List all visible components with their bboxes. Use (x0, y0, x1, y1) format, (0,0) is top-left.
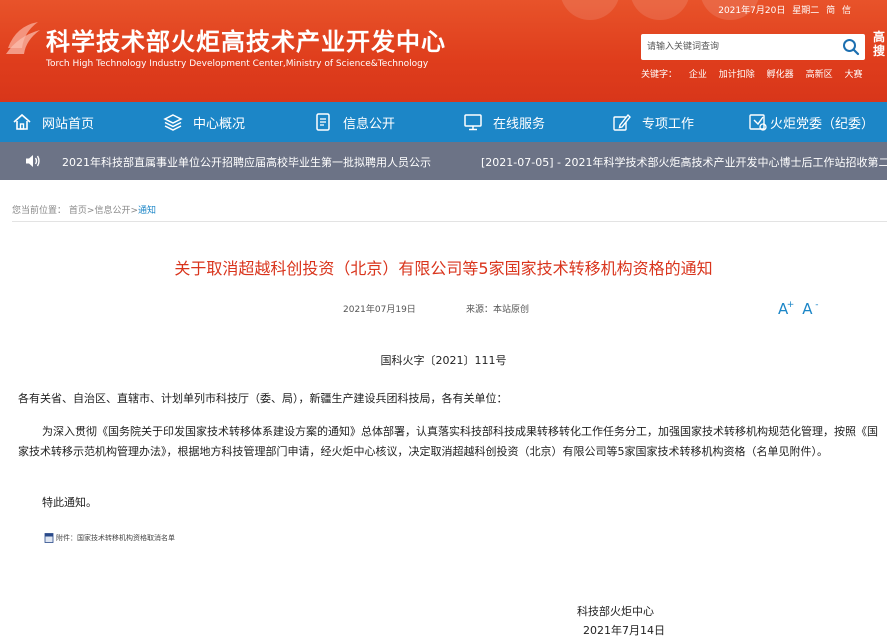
notice-bar: 2021年科技部直属事业单位公开招聘应届高校毕业生第一批拟聘用人员公示 [202… (0, 142, 887, 180)
nav-item-online-service[interactable]: 在线服务 (463, 102, 545, 142)
current-date: 2021年7月20日 (718, 6, 786, 16)
font-shrink-button[interactable]: A- (802, 299, 818, 319)
main-nav: 网站首页 中心概况 信息公开 在线服务 专项工作 火炬党委（纪委） (0, 102, 887, 142)
article-tools: A + A- (778, 298, 835, 320)
site-title[interactable]: 科学技术部火炬高技术产业开发中心 (46, 22, 446, 57)
nav-item-home[interactable]: 网站首页 (12, 102, 94, 142)
file-icon (44, 533, 54, 543)
nav-item-party-committee[interactable]: 火炬党委（纪委） (748, 102, 874, 142)
divider (12, 221, 887, 222)
breadcrumb-label: 您当前位置： (12, 206, 67, 216)
nav-item-label: 中心概况 (193, 116, 246, 132)
attachment-label: 附件：国家技术转移机构资格取消名单 (56, 534, 175, 542)
breadcrumb-home[interactable]: 首页 (69, 206, 87, 216)
nav-item-label: 网站首页 (42, 116, 95, 132)
nav-item-label: 专项工作 (642, 116, 695, 132)
nav-item-label: 在线服务 (493, 116, 546, 132)
minus-glyph: - (815, 300, 819, 310)
monitor-icon (464, 114, 482, 131)
article-date: 2021年07月19日 (343, 305, 416, 315)
font-small-glyph: A (802, 300, 813, 318)
document-number: 国科火字〔2021〕111号 (380, 354, 507, 367)
plus-glyph: + (786, 300, 795, 310)
home-icon (13, 113, 31, 130)
site-header: 2021年7月20日 星期二 简 信 科学技术部火炬高技术产业开发中心 Torc… (0, 0, 887, 102)
article-title: 关于取消超越科创投资（北京）有限公司等5家国家技术转移机构资格的通知 (174, 259, 713, 278)
simplified-link[interactable]: 简 (826, 6, 835, 16)
font-enlarge-button[interactable]: A + (778, 299, 794, 319)
keyword-link[interactable]: 孵化器 (767, 70, 794, 80)
document-icon (316, 113, 330, 131)
traditional-link[interactable]: 信 (842, 6, 851, 16)
keyword-link[interactable]: 大赛 (844, 70, 862, 80)
keyword-link[interactable]: 高新区 (806, 70, 833, 80)
nav-item-label: 信息公开 (343, 116, 396, 132)
hot-keywords: 关键字： 企业 加计扣除 孵化器 高新区 大赛 (641, 67, 871, 80)
nav-item-special-work[interactable]: 专项工作 (612, 102, 694, 142)
layers-icon (163, 114, 183, 131)
current-weekday: 星期二 (792, 6, 820, 16)
search-icon[interactable] (841, 37, 861, 57)
header-decoration (630, 0, 690, 20)
badge-icon (749, 114, 767, 131)
closing-remark: 特此通知。 (42, 496, 97, 509)
keyword-link[interactable]: 企业 (689, 70, 707, 80)
speaker-icon (26, 155, 40, 167)
notice-link[interactable]: 2021年科技部直属事业单位公开招聘应届高校毕业生第一批拟聘用人员公示 (62, 154, 431, 170)
breadcrumb-section[interactable]: 信息公开 (94, 206, 130, 216)
breadcrumb-separator: > (130, 206, 139, 216)
signature-date: 2021年7月14日 (583, 624, 665, 637)
article-source: 来源：本站原创 (466, 305, 530, 315)
keyword-link[interactable]: 加计扣除 (719, 70, 755, 80)
advanced-search-link[interactable]: 高搜 (873, 30, 887, 58)
signature-org: 科技部火炬中心 (577, 605, 654, 618)
search-box (641, 34, 865, 60)
breadcrumb: 您当前位置： 首页>信息公开>通知 (12, 203, 156, 216)
header-decoration (560, 0, 620, 20)
attachment-link[interactable]: 附件：国家技术转移机构资格取消名单 (44, 533, 175, 543)
torch-logo-icon[interactable] (4, 18, 44, 58)
article-paragraph: 为深入贯彻《国务院关于印发国家技术转移体系建设方案的通知》总体部署，认真落实科技… (18, 425, 878, 458)
keywords-label: 关键字： (641, 70, 678, 80)
nav-item-label: 火炬党委（纪委） (770, 116, 875, 132)
search-input[interactable] (647, 38, 827, 56)
salutation: 各有关省、自治区、直辖市、计划单列市科技厅（委、局），新疆生产建设兵团科技局，各… (18, 392, 508, 405)
nav-item-overview[interactable]: 中心概况 (163, 102, 245, 142)
breadcrumb-current[interactable]: 通知 (138, 206, 156, 216)
pen-icon (613, 113, 631, 131)
date-line: 2021年7月20日 星期二 简 信 (714, 3, 851, 16)
site-title-english: Torch High Technology Industry Developme… (46, 59, 429, 69)
nav-item-disclosure[interactable]: 信息公开 (313, 102, 395, 142)
notice-link[interactable]: [2021-07-05] - 2021年科学技术部火炬高技术产业开发中心博士后工… (481, 154, 887, 170)
